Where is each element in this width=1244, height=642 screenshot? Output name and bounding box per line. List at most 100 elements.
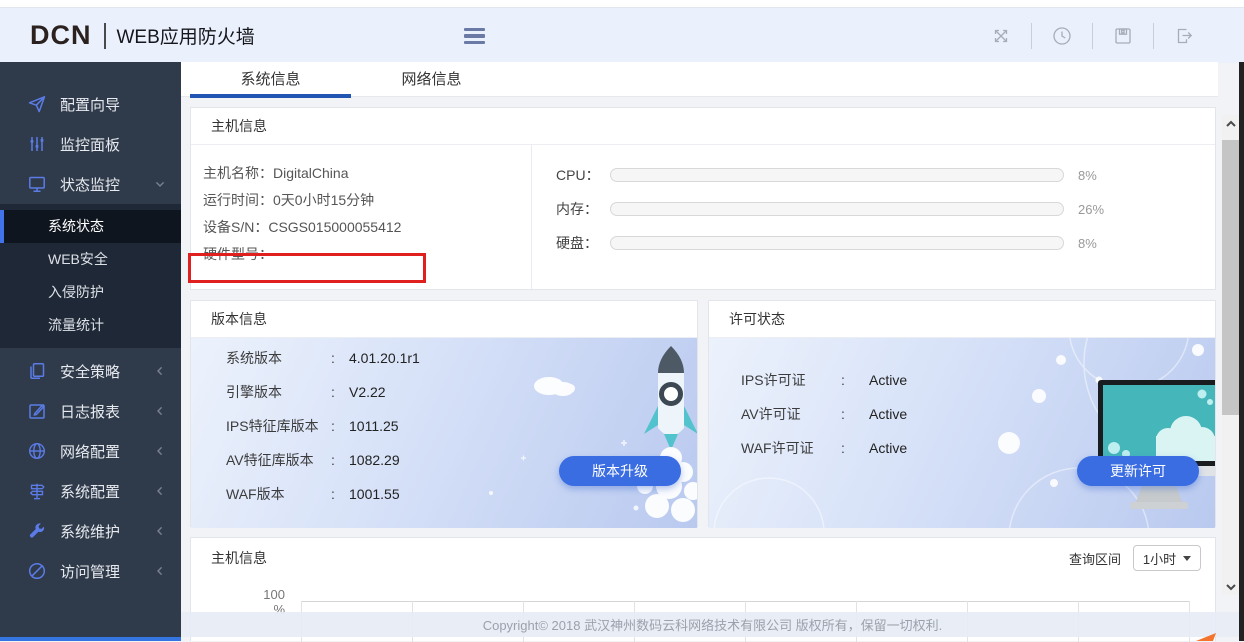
- sidebar-item-label: 安全策略: [60, 361, 120, 382]
- globe-icon: [27, 441, 47, 461]
- sidebar-item-label: 监控面板: [60, 134, 120, 155]
- sidebar-item-label: 日志报表: [60, 401, 120, 422]
- active-tab-underline: [190, 94, 351, 98]
- panel-title: 许可状态: [709, 301, 1215, 338]
- chevron-down-icon: [152, 176, 168, 192]
- sidebar-item-config-wizard[interactable]: 配置向导: [0, 84, 181, 124]
- disk-progress-track: [610, 236, 1064, 250]
- sidebar-subitem-intrusion-prevention[interactable]: 入侵防护: [0, 276, 181, 309]
- panel-title: 版本信息: [191, 301, 697, 338]
- tab-network-info[interactable]: 网络信息: [351, 62, 512, 96]
- sidebar-item-access-management[interactable]: 访问管理: [0, 551, 181, 591]
- field-value: 0天0小时15分钟: [273, 192, 374, 208]
- sidebar-subitem-web-security[interactable]: WEB安全: [0, 243, 181, 276]
- host-name-row: 主机名称：DigitalChina: [203, 160, 531, 187]
- expand-icon[interactable]: [971, 16, 1031, 56]
- sidebar: 配置向导 监控面板 状态监控 系统状态 WEB安全: [0, 62, 181, 641]
- ips-signature-version-row: IPS特征库版本:1011.25: [226, 409, 697, 443]
- metric-label: CPU: [556, 167, 586, 183]
- license-status-panel: 许可状态: [708, 300, 1216, 527]
- submenu-item-label: 系统状态: [48, 218, 104, 234]
- submenu-item-label: WEB安全: [48, 251, 108, 267]
- sidebar-item-log-report[interactable]: 日志报表: [0, 391, 181, 431]
- signpost-icon: [27, 481, 47, 501]
- field-value: CSGS015000055412: [268, 219, 401, 235]
- host-info-body: 主机名称：DigitalChina 运行时间：0天0小时15分钟 设备S/N：C…: [191, 145, 1215, 291]
- field-value: DigitalChina: [273, 165, 348, 181]
- license-status-body: IPS许可证:Active AV许可证:Active WAF许可证:Active…: [709, 338, 1215, 528]
- chevron-left-icon: [152, 443, 168, 459]
- field-label: 运行时间: [203, 192, 259, 208]
- range-select-value: 1小时: [1143, 549, 1176, 568]
- renew-license-button[interactable]: 更新许可: [1077, 456, 1199, 486]
- disk-percent: 8%: [1078, 236, 1097, 251]
- logout-icon[interactable]: [1154, 16, 1214, 56]
- sidebar-subitem-traffic-stats[interactable]: 流量统计: [0, 309, 181, 342]
- host-chart-header: 主机信息 查询区间 1小时: [191, 538, 1215, 578]
- license-rows: IPS许可证:Active AV许可证:Active WAF许可证:Active: [709, 338, 1215, 465]
- clock-icon[interactable]: [1032, 16, 1092, 56]
- query-range-label: 查询区间: [1069, 549, 1121, 568]
- panel-title: 主机信息: [191, 108, 1215, 145]
- pages-icon: [27, 361, 47, 381]
- window-right-edge: [1239, 62, 1244, 641]
- sidebar-bottom-accent: [0, 637, 181, 641]
- serial-number-row: 设备S/N：CSGS015000055412: [203, 214, 531, 241]
- tab-label: 系统信息: [240, 71, 300, 88]
- memory-usage-row: 内存： 26%: [532, 192, 1215, 226]
- save-icon[interactable]: [1093, 16, 1153, 56]
- license-status-value: Active: [869, 440, 907, 456]
- tab-bar: 系统信息 网络信息: [181, 62, 1218, 97]
- ips-license-row: IPS许可证:Active: [741, 363, 1215, 397]
- paper-plane-icon: [27, 94, 47, 114]
- cpu-percent: 8%: [1078, 168, 1097, 183]
- app-title: WEB应用防火墙: [117, 22, 255, 49]
- scrollbar-down-arrow-icon[interactable]: [1222, 578, 1239, 595]
- sidebar-subitem-system-status[interactable]: 系统状态: [0, 210, 181, 243]
- sidebar-item-label: 网络配置: [60, 441, 120, 462]
- vertical-scrollbar[interactable]: [1222, 115, 1239, 595]
- chevron-left-icon: [152, 403, 168, 419]
- app-header: DCN WEB应用防火墙: [0, 7, 1244, 63]
- wrench-icon: [27, 521, 47, 541]
- field-label: 主机名称: [203, 165, 259, 181]
- header-actions: [971, 8, 1214, 63]
- sidebar-item-label: 系统维护: [60, 521, 120, 542]
- block-icon: [27, 561, 47, 581]
- av-license-row: AV许可证:Active: [741, 397, 1215, 431]
- brand: DCN WEB应用防火墙: [30, 8, 255, 63]
- sidebar-item-security-policy[interactable]: 安全策略: [0, 351, 181, 391]
- sidebar-item-network-config[interactable]: 网络配置: [0, 431, 181, 471]
- version-info-body: 系统版本:4.01.20.1r1 引擎版本:V2.22 IPS特征库版本:101…: [191, 338, 697, 528]
- system-version-row: 系统版本:4.01.20.1r1: [226, 341, 697, 375]
- chevron-left-icon: [152, 363, 168, 379]
- range-select[interactable]: 1小时: [1133, 545, 1201, 571]
- tab-system-info[interactable]: 系统信息: [190, 62, 351, 96]
- menu-toggle-button[interactable]: [464, 24, 490, 48]
- query-range-group: 查询区间 1小时: [1069, 545, 1201, 571]
- chevron-left-icon: [152, 563, 168, 579]
- license-status-value: Active: [869, 372, 907, 388]
- memory-progress-track: [610, 202, 1064, 216]
- scrollbar-up-arrow-icon[interactable]: [1222, 115, 1239, 132]
- sidebar-item-label: 配置向导: [60, 94, 120, 115]
- sidebar-item-system-config[interactable]: 系统配置: [0, 471, 181, 511]
- dropdown-arrow-icon: [1183, 556, 1191, 561]
- host-fields: 主机名称：DigitalChina 运行时间：0天0小时15分钟 设备S/N：C…: [191, 145, 532, 291]
- cpu-usage-row: CPU： 8%: [532, 158, 1215, 192]
- chevron-left-icon: [152, 483, 168, 499]
- edit-icon: [27, 401, 47, 421]
- sidebar-item-label: 状态监控: [60, 174, 120, 195]
- sidebar-item-status-monitor[interactable]: 状态监控: [0, 164, 181, 204]
- sidebar-item-system-maintenance[interactable]: 系统维护: [0, 511, 181, 551]
- panel-title: 主机信息: [211, 548, 267, 568]
- version-info-panel: 版本信息: [190, 300, 698, 527]
- hardware-model-row: 硬件型号：: [203, 241, 531, 268]
- sidebar-item-monitor-panel[interactable]: 监控面板: [0, 124, 181, 164]
- upgrade-version-button[interactable]: 版本升级: [559, 456, 681, 486]
- sidebar-item-label: 访问管理: [60, 561, 120, 582]
- scrollbar-thumb[interactable]: [1222, 140, 1239, 415]
- hamburger-icon: [464, 28, 485, 32]
- waf-dashboard-page: { "colors": { "accent_blue": "#3a6ce2", …: [0, 0, 1244, 641]
- field-label: 硬件型号: [203, 246, 259, 262]
